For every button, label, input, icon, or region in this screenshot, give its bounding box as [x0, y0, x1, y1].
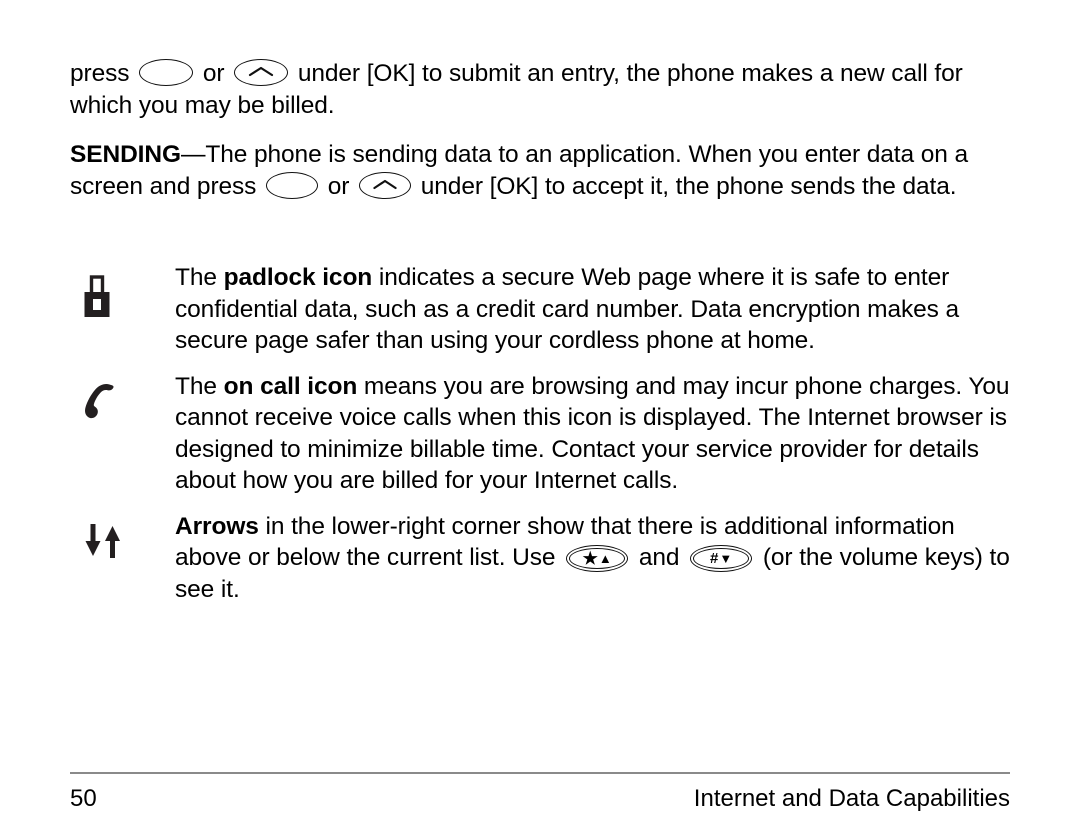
paragraph-continuation: press or under [OK] to submit an entry, … [70, 58, 1010, 121]
definition-text-padlock: The padlock icon indicates a secure Web … [175, 262, 1010, 357]
star-up-keypad-key[interactable]: ★ ▲ [566, 545, 629, 572]
definition-row-padlock: The padlock icon indicates a secure Web … [70, 262, 1010, 357]
key-glyphs-2: # ▼ [690, 545, 752, 572]
definition-text-arrows: Arrows in the lower-right corner show th… [175, 511, 1010, 606]
caret-oval-softkey-2[interactable] [359, 171, 412, 199]
sending-term: SENDING [70, 141, 181, 168]
on-call-icon-cell [70, 371, 175, 423]
padlock-text-before-term: The [175, 264, 224, 291]
definition-row-on-call: The on call icon means you are browsing … [70, 371, 1010, 497]
sending-text-after-keys: under [OK] to accept it, the phone sends… [414, 172, 957, 200]
on-call-phone-icon [85, 383, 114, 418]
padlock-term: padlock icon [223, 264, 373, 291]
arrows-text-between-keys: and [632, 544, 687, 571]
page-footer: 50 Internet and Data Capabilities [70, 784, 1010, 814]
up-triangle-glyph: ▲ [598, 551, 612, 566]
text-before-softkey-1: press [70, 60, 137, 87]
arrows-icon-cell [70, 511, 175, 561]
footer-page-number: 50 [70, 785, 97, 812]
key-glyphs: ★ ▲ [566, 545, 628, 572]
on-call-term: on call icon [223, 372, 358, 400]
sending-dash: — [180, 141, 206, 168]
definition-row-arrows: Arrows in the lower-right corner show th… [70, 511, 1010, 606]
padlock-icon [84, 275, 110, 317]
star-glyph: ★ [582, 549, 598, 568]
paragraph-sending: SENDING—The phone is sending data to an … [70, 139, 1010, 202]
hash-glyph: # [710, 550, 719, 567]
caret-oval-softkey[interactable] [234, 59, 289, 86]
hash-down-keypad-key[interactable]: # ▼ [690, 545, 753, 572]
up-down-arrows-icon [85, 523, 120, 558]
on-call-text-before-term: The [175, 372, 224, 400]
sending-text-between-keys: or [321, 172, 357, 200]
blank-oval-softkey-2[interactable] [266, 171, 319, 199]
down-triangle-glyph: ▼ [719, 551, 733, 566]
document-page: press or under [OK] to submit an entry, … [0, 0, 1080, 834]
padlock-icon-cell [70, 262, 175, 320]
text-between-softkeys: or [196, 60, 232, 87]
footer-section-title: Internet and Data Capabilities [693, 785, 1010, 812]
footer-divider [70, 772, 1010, 774]
arrows-term: Arrows [175, 512, 259, 540]
definition-text-on-call: The on call icon means you are browsing … [175, 371, 1010, 497]
blank-oval-softkey[interactable] [139, 59, 194, 86]
page-content: press or under [OK] to submit an entry, … [70, 58, 1010, 619]
